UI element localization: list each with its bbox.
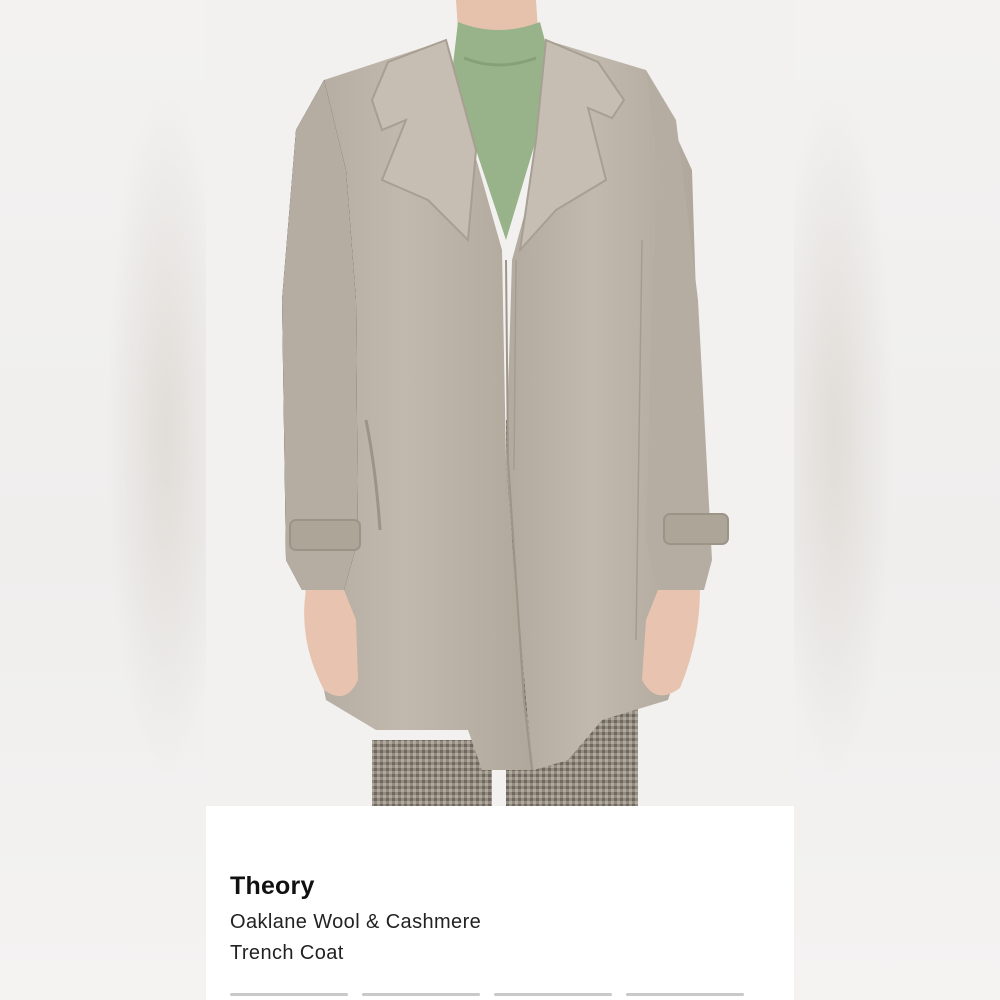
page: Theory Oaklane Wool & Cashmere Trench Co… [0, 0, 1000, 1000]
product-info: Theory Oaklane Wool & Cashmere Trench Co… [206, 806, 794, 1000]
right-cuff-tab [663, 513, 729, 545]
carousel-dot[interactable] [626, 993, 744, 996]
carousel-dot[interactable] [362, 993, 480, 996]
carousel-dot[interactable] [230, 993, 348, 996]
carousel-dot[interactable] [494, 993, 612, 996]
product-name-line-2[interactable]: Trench Coat [230, 942, 344, 965]
product-name-line-1[interactable]: Oaklane Wool & Cashmere [230, 911, 481, 934]
product-card[interactable]: Theory Oaklane Wool & Cashmere Trench Co… [206, 0, 794, 1000]
product-photo[interactable] [206, 0, 794, 806]
left-blur-fill [0, 0, 226, 1000]
left-cuff-tab [289, 519, 361, 551]
brand-name[interactable]: Theory [230, 872, 315, 901]
right-blur-fill [774, 0, 1000, 1000]
carousel-indicator [230, 993, 744, 996]
